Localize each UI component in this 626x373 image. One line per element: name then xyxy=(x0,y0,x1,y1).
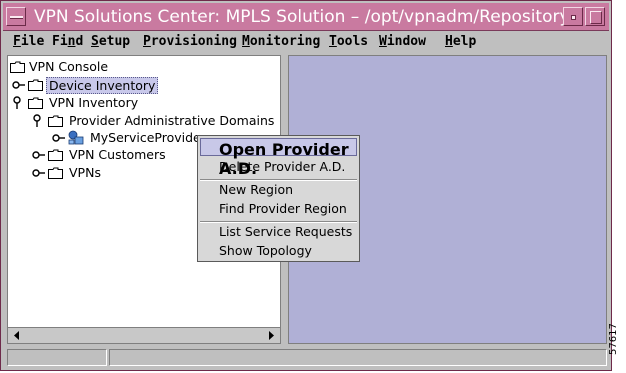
menu-window[interactable]: Window xyxy=(379,34,426,49)
tree-label: Provider Administrative Domains xyxy=(69,113,275,128)
menu-item-list-service-requests[interactable]: List Service Requests xyxy=(219,224,352,239)
collapsed-handle-icon[interactable] xyxy=(52,133,66,143)
menu-file[interactable]: File xyxy=(13,34,44,49)
menu-setup[interactable]: Setup xyxy=(91,34,130,49)
maximize-button[interactable] xyxy=(585,7,605,26)
menu-separator xyxy=(200,221,357,223)
figure-id-label: 57617 xyxy=(608,323,619,355)
folder-icon xyxy=(48,167,63,179)
collapsed-handle-icon[interactable] xyxy=(12,80,26,90)
folder-icon xyxy=(10,61,25,73)
service-provider-icon xyxy=(68,130,84,145)
application-window: VPN Solutions Center: MPLS Solution – /o… xyxy=(0,0,612,371)
menu-help[interactable]: Help xyxy=(445,34,476,49)
tree-label: VPN Customers xyxy=(69,147,166,162)
horizontal-scrollbar[interactable] xyxy=(8,327,280,343)
window-title: VPN Solutions Center: MPLS Solution – /o… xyxy=(34,7,570,27)
tree-label: Device Inventory xyxy=(46,77,159,94)
menu-provisioning[interactable]: Provisioning xyxy=(143,34,237,49)
collapsed-handle-icon[interactable] xyxy=(32,168,46,178)
expanded-handle-icon[interactable] xyxy=(32,114,42,127)
collapsed-handle-icon[interactable] xyxy=(32,150,46,160)
scroll-right-arrow-icon[interactable] xyxy=(264,329,278,342)
tree-label: VPN Console xyxy=(29,59,109,74)
tree-label: VPN Inventory xyxy=(49,95,139,110)
folder-icon xyxy=(28,97,43,109)
title-bar[interactable]: VPN Solutions Center: MPLS Solution – /o… xyxy=(3,3,609,31)
folder-icon xyxy=(48,149,63,161)
status-field-right xyxy=(109,349,607,366)
menu-monitoring[interactable]: Monitoring xyxy=(242,34,320,49)
menu-separator xyxy=(200,179,357,181)
scroll-left-arrow-icon[interactable] xyxy=(10,329,24,342)
tree-label: MyServiceProvider xyxy=(90,130,206,145)
menu-tools[interactable]: Tools xyxy=(329,34,368,49)
minimize-button[interactable] xyxy=(563,7,583,26)
context-menu: Open Provider A.D. Delete Provider A.D. … xyxy=(197,135,360,262)
status-field-left xyxy=(7,349,107,366)
folder-icon xyxy=(48,115,63,127)
menu-find[interactable]: Find xyxy=(52,34,83,49)
menu-item-delete-provider-ad[interactable]: Delete Provider A.D. xyxy=(219,159,345,174)
menu-bar: File Find Setup Provisioning Monitoring … xyxy=(3,31,609,53)
expanded-handle-icon[interactable] xyxy=(12,96,22,109)
menu-item-open-provider-ad[interactable]: Open Provider A.D. xyxy=(200,138,357,178)
menu-item-find-provider-region[interactable]: Find Provider Region xyxy=(219,201,347,216)
menu-item-show-topology[interactable]: Show Topology xyxy=(219,243,312,258)
tree-label: VPNs xyxy=(69,165,101,180)
menu-item-new-region[interactable]: New Region xyxy=(219,182,293,197)
folder-icon xyxy=(28,79,43,91)
status-bar xyxy=(3,347,609,369)
window-menu-button[interactable] xyxy=(6,7,26,26)
